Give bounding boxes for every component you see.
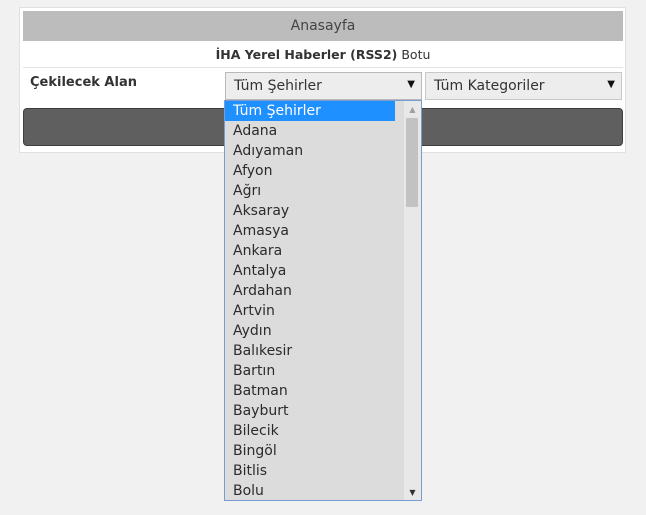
city-select[interactable]: Tüm Şehirler ▼	[225, 72, 422, 100]
scroll-up-icon[interactable]: ▲	[404, 101, 421, 117]
chevron-down-icon: ▼	[407, 79, 415, 90]
dropdown-option[interactable]: Aksaray	[225, 201, 395, 221]
page-title: Anasayfa	[290, 18, 356, 34]
dropdown-options: Tüm Şehirler Adana Adıyaman Afyon Ağrı Aksara…	[225, 101, 421, 500]
dropdown-option[interactable]: Bartın	[225, 361, 395, 381]
bot-subtitle: İHA Yerel Haberler (RSS2) Botu	[23, 42, 623, 68]
dropdown-option[interactable]: Bayburt	[225, 401, 395, 421]
subtitle-rest: Botu	[401, 47, 431, 62]
category-select-value: Tüm Kategoriler	[434, 78, 545, 94]
city-select-value: Tüm Şehirler	[234, 78, 322, 94]
dropdown-option[interactable]: Amasya	[225, 221, 395, 241]
dropdown-option[interactable]: Ardahan	[225, 281, 395, 301]
dropdown-option[interactable]: Adıyaman	[225, 141, 395, 161]
dropdown-option[interactable]: Aydın	[225, 321, 395, 341]
dropdown-option[interactable]: Ağrı	[225, 181, 395, 201]
dropdown-option[interactable]: Adana	[225, 121, 395, 141]
dropdown-option[interactable]: Bolu	[225, 481, 395, 500]
dropdown-option[interactable]: Bitlis	[225, 461, 395, 481]
dropdown-option[interactable]: Afyon	[225, 161, 395, 181]
scroll-down-icon[interactable]: ▼	[404, 484, 421, 500]
dropdown-option[interactable]: Ankara	[225, 241, 395, 261]
dropdown-option[interactable]: Artvin	[225, 301, 395, 321]
field-label: Çekilecek Alan	[30, 75, 137, 90]
city-dropdown-list[interactable]: Tüm Şehirler Adana Adıyaman Afyon Ağrı Aksara…	[224, 100, 422, 501]
scrollbar[interactable]: ▲ ▼	[404, 101, 421, 500]
dropdown-option[interactable]: Tüm Şehirler	[225, 101, 395, 121]
dropdown-option[interactable]: Balıkesir	[225, 341, 395, 361]
subtitle-bold: İHA Yerel Haberler (RSS2)	[215, 47, 398, 62]
dropdown-option[interactable]: Antalya	[225, 261, 395, 281]
chevron-down-icon: ▼	[607, 79, 615, 90]
dropdown-option[interactable]: Bilecik	[225, 421, 395, 441]
category-select[interactable]: Tüm Kategoriler ▼	[425, 72, 622, 100]
page-title-bar: Anasayfa	[23, 11, 623, 41]
scroll-thumb[interactable]	[406, 118, 418, 207]
dropdown-option[interactable]: Bingöl	[225, 441, 395, 461]
dropdown-option[interactable]: Batman	[225, 381, 395, 401]
